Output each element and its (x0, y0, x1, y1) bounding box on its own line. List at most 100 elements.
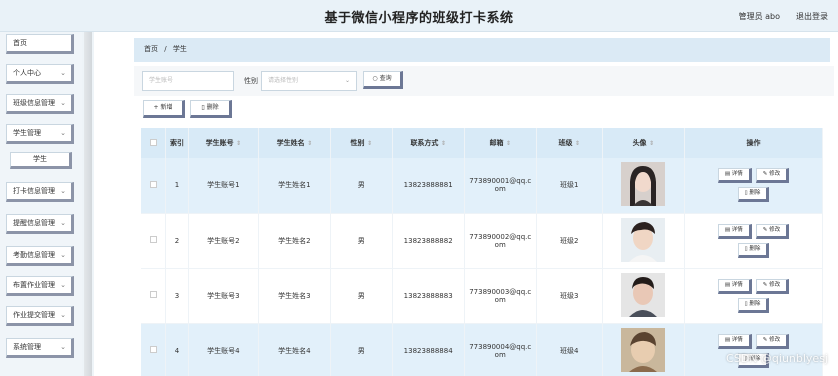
row-name: 学生姓名2 (258, 213, 331, 269)
row-gender: 男 (330, 158, 393, 214)
row-index: 4 (165, 323, 189, 376)
breadcrumb-current: 学生 (172, 45, 187, 53)
row-select-cell[interactable] (141, 213, 167, 269)
row-checkbox[interactable] (149, 346, 157, 353)
row-phone: 13823888882 (392, 213, 465, 269)
column-header-gender[interactable]: 性别 ⇕ (330, 128, 393, 158)
gender-label: 性别 (244, 77, 258, 85)
sort-icon: ⇕ (440, 140, 446, 147)
row-avatar-cell (602, 268, 685, 324)
row-index: 3 (165, 268, 189, 324)
row-index: 2 (165, 213, 189, 269)
chevron-down-icon: ⌄ (60, 251, 66, 259)
row-student-no: 学生账号3 (188, 268, 259, 324)
row-student-no: 学生账号2 (188, 213, 259, 269)
sidebar-item-label: 学生管理 (13, 129, 41, 137)
delete-button[interactable]: ▯ 删除 (737, 297, 770, 313)
add-button-label: 新增 (160, 104, 173, 111)
search-bar: 学生账号 性别 请选择性别 ⌄ ○ 查询 (134, 66, 834, 96)
sidebar-item-checkin-info[interactable]: 打卡信息管理 ⌄ (6, 182, 74, 202)
student-no-search-input[interactable]: 学生账号 (142, 71, 234, 91)
detail-button[interactable]: ▤ 详情 (717, 333, 752, 349)
column-header-phone[interactable]: 联系方式 ⇕ (392, 128, 465, 158)
chevron-down-icon: ⌄ (60, 129, 66, 137)
edit-button[interactable]: ✎ 修改 (755, 333, 790, 349)
sidebar-item-label: 班级信息管理 (13, 99, 55, 107)
row-class: 班级3 (536, 268, 603, 324)
trash-icon: ▯ (744, 245, 748, 252)
sidebar-item-label: 考勤信息管理 (13, 251, 55, 259)
row-phone: 13823888883 (392, 268, 465, 324)
plus-icon: + (153, 104, 159, 111)
edit-button[interactable]: ✎ 修改 (755, 223, 790, 239)
detail-icon: ▤ (724, 281, 731, 288)
detail-button[interactable]: ▤ 详情 (717, 168, 752, 184)
delete-button[interactable]: ▯ 删除 (737, 242, 770, 258)
sidebar-item-student-mgmt[interactable]: 学生管理 ⌄ (6, 124, 74, 144)
select-all-header[interactable] (141, 128, 167, 158)
chevron-down-icon: ⌄ (60, 187, 66, 195)
breadcrumb: 首页 / 学生 (134, 38, 830, 62)
sidebar-item-label: 提醒信息管理 (13, 219, 55, 227)
sidebar-item-assign-homework[interactable]: 布置作业管理 ⌄ (6, 276, 74, 296)
row-gender: 男 (330, 323, 393, 376)
row-name: 学生姓名4 (258, 323, 331, 376)
sidebar-item-attendance-info[interactable]: 考勤信息管理 ⌄ (6, 246, 74, 266)
sidebar-item-profile[interactable]: 个人中心 ⌄ (6, 64, 74, 84)
row-phone: 13823888881 (392, 158, 465, 214)
batch-delete-button[interactable]: ▯ 删除 (190, 100, 232, 118)
row-actions: ▤ 详情 ✎ 修改 ▯ 删除 (684, 323, 824, 376)
column-header-index: 索引 (165, 128, 189, 158)
breadcrumb-home[interactable]: 首页 (144, 45, 158, 53)
row-avatar-cell (602, 213, 685, 269)
row-email: 773890003@qq.c om (464, 268, 537, 324)
sidebar-item-homework-submit[interactable]: 作业提交管理 ⌄ (6, 306, 74, 326)
row-checkbox[interactable] (149, 180, 157, 188)
edit-button[interactable]: ✎ 修改 (755, 278, 790, 294)
table-header-row: 索引 学生账号 ⇕ 学生姓名 ⇕ 性别 ⇕ 联系方式 ⇕ 邮箱 ⇕ 班级 ⇕ 头… (141, 128, 824, 158)
sidebar-subitem-student[interactable]: 学生 (10, 152, 72, 169)
column-header-name[interactable]: 学生姓名 ⇕ (258, 128, 331, 158)
sidebar-item-class-info[interactable]: 班级信息管理 ⌄ (6, 94, 74, 114)
app-title: 基于微信小程序的班级打卡系统 (324, 11, 514, 26)
row-select-cell[interactable] (141, 268, 167, 324)
chevron-down-icon: ⌄ (60, 281, 66, 289)
sidebar-item-home[interactable]: 首页 (6, 34, 74, 54)
chevron-down-icon: ⌄ (60, 343, 66, 351)
gender-select[interactable]: 请选择性别 ⌄ (261, 71, 357, 91)
column-header-student-no[interactable]: 学生账号 ⇕ (188, 128, 259, 158)
csdn-watermark: CSDN @qiunblyesj (726, 352, 828, 365)
query-button-label: 查询 (379, 75, 392, 82)
row-checkbox[interactable] (149, 291, 157, 298)
table-row: 1 学生账号1 学生姓名1 男 13823888881 773890001@qq… (141, 158, 824, 214)
sidebar-item-system-mgmt[interactable]: 系统管理 ⌄ (6, 338, 74, 358)
edit-icon: ✎ (762, 171, 768, 178)
student-table: 索引 学生账号 ⇕ 学生姓名 ⇕ 性别 ⇕ 联系方式 ⇕ 邮箱 ⇕ 班级 ⇕ 头… (141, 128, 824, 376)
row-gender: 男 (330, 213, 393, 269)
row-select-cell[interactable] (141, 158, 167, 214)
row-checkbox[interactable] (149, 236, 157, 243)
sort-icon: ⇕ (649, 140, 655, 147)
sidebar-item-label: 作业提交管理 (13, 311, 55, 319)
search-icon: ○ (372, 75, 378, 82)
edit-icon: ✎ (762, 281, 768, 288)
column-header-avatar[interactable]: 头像 ⇕ (602, 128, 685, 158)
delete-button[interactable]: ▯ 删除 (737, 187, 770, 203)
sidebar-item-reminder-info[interactable]: 提醒信息管理 ⌄ (6, 214, 74, 234)
column-header-email[interactable]: 邮箱 ⇕ (464, 128, 537, 158)
add-button[interactable]: + 新增 (143, 100, 185, 118)
column-header-class[interactable]: 班级 ⇕ (536, 128, 603, 158)
row-name: 学生姓名1 (258, 158, 331, 214)
sidebar-item-label: 系统管理 (13, 343, 41, 351)
detail-button[interactable]: ▤ 详情 (717, 223, 752, 239)
edit-icon: ✎ (762, 336, 768, 343)
chevron-down-icon: ⌄ (60, 311, 66, 319)
logout-link[interactable]: 退出登录 (796, 11, 828, 22)
detail-button[interactable]: ▤ 详情 (717, 278, 752, 294)
row-select-cell[interactable] (141, 323, 167, 376)
sidebar-divider (84, 32, 92, 376)
sort-icon: ⇕ (307, 140, 313, 147)
select-all-checkbox[interactable] (149, 138, 157, 146)
query-button[interactable]: ○ 查询 (363, 71, 403, 89)
edit-button[interactable]: ✎ 修改 (755, 168, 790, 184)
